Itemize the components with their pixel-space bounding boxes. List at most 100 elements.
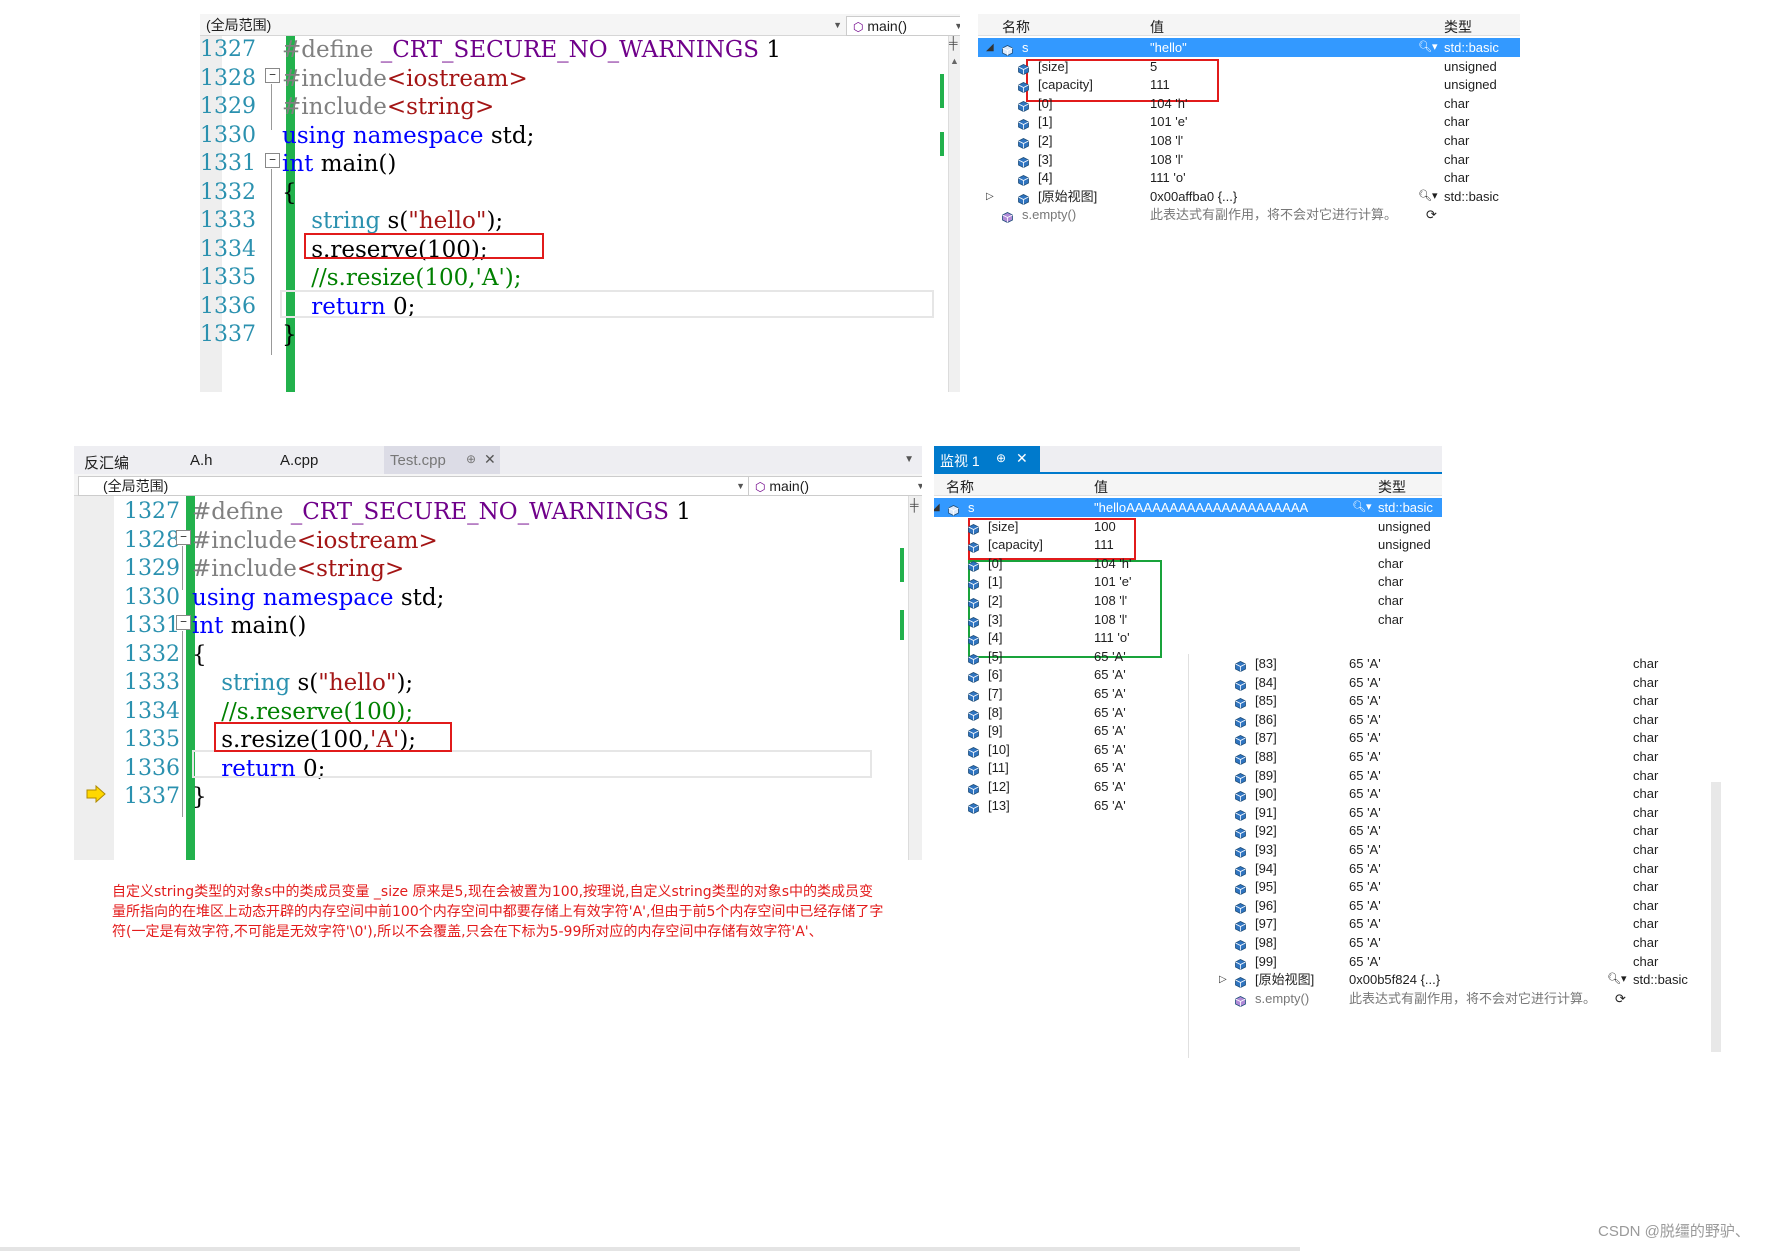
visualizer-search-icon[interactable]: 🔍︎▾ (1418, 38, 1438, 57)
watch-row[interactable]: [size] 5 unsigned (978, 57, 1520, 76)
watch-row-method[interactable]: s.empty() 此表达式有副作用，将不会对它进行计算。 ⟳ (978, 205, 1520, 224)
watch-row-root[interactable]: ◢ s "helloAAAAAAAAAAAAAAAAAAAAA 🔍︎▾ std::bas… (934, 498, 1442, 517)
watch-row-method[interactable]: s.empty() 此表达式有副作用，将不会对它进行计算。 ⟳ (1189, 989, 1709, 1008)
fold-main-toggle[interactable]: − (265, 153, 280, 168)
watch-row[interactable]: ▷ [原始视图] 0x00b5f824 {...} 🔍︎▾ std::basic (1189, 970, 1709, 989)
expanded-arrow-icon[interactable]: ◢ (986, 38, 994, 57)
watch-row[interactable]: [2] 108 'l' char (978, 131, 1520, 150)
top-editor-scrollbar[interactable] (948, 36, 960, 392)
fold-include-toggle[interactable]: − (265, 68, 280, 83)
watch-row[interactable]: [91] 65 'A' char (1189, 803, 1709, 822)
code-line[interactable]: } (192, 781, 207, 813)
collapsed-arrow-icon[interactable]: ▷ (1219, 970, 1227, 989)
code-line[interactable]: using namespace std; (282, 120, 534, 152)
collapsed-arrow-icon[interactable]: ▷ (986, 187, 994, 206)
pin-icon[interactable]: ⊕ (466, 452, 476, 466)
bottom-code-editor[interactable]: (全局范围) ▼ ⬡ main() ▼ 1327 #define _CRT_SEC… (74, 474, 922, 860)
expanded-arrow-icon[interactable]: ◢ (934, 498, 940, 517)
code-token: "hello" (318, 670, 397, 696)
watch-tab-label: 监视 1 (940, 453, 980, 469)
field-icon (1235, 956, 1246, 970)
tab-a-h[interactable]: A.h (190, 452, 213, 469)
watch-row[interactable]: [size] 100 unsigned (934, 517, 1442, 536)
watch-row[interactable]: [0] 104 'h' char (978, 94, 1520, 113)
code-line[interactable]: #include<iostream> (282, 63, 528, 95)
code-line[interactable]: #include<string> (192, 553, 404, 585)
watch-row[interactable]: [3] 108 'l' char (978, 150, 1520, 169)
watch-row-root[interactable]: ◢ s "hello" 🔍︎▾ std::basic (978, 38, 1520, 57)
code-line[interactable]: #define _CRT_SECURE_NO_WARNINGS 1 (192, 496, 691, 528)
watch-row[interactable]: [97] 65 'A' char (1189, 914, 1709, 933)
top-scope-dropdown[interactable]: (全局范围) ▼ (200, 16, 846, 34)
code-token: std; (483, 122, 535, 149)
visualizer-search-icon[interactable]: 🔍︎▾ (1352, 498, 1372, 517)
top-function-dropdown[interactable]: ⬡ main() ▼ (846, 16, 960, 36)
watch-row[interactable]: [95] 65 'A' char (1189, 877, 1709, 896)
watch-row[interactable]: [83] 65 'A' char (1189, 654, 1709, 673)
watch-row[interactable]: [96] 65 'A' char (1189, 896, 1709, 915)
watch-row[interactable]: [4] 111 'o' (934, 628, 1442, 647)
code-line[interactable]: #include<iostream> (192, 525, 438, 557)
bottom-function-dropdown[interactable]: ⬡ main() ▼ (748, 476, 922, 496)
bottom-editor-scrollbar[interactable] (908, 496, 922, 860)
watch-row[interactable]: [86] 65 'A' char (1189, 710, 1709, 729)
watch-row[interactable]: [94] 65 'A' char (1189, 859, 1709, 878)
field-icon (968, 725, 979, 740)
csdn-watermark: CSDN @脱缰的野驴、 (1598, 1223, 1750, 1240)
watch-value: 65 'A' (1094, 667, 1126, 683)
fold-main-toggle[interactable]: − (176, 615, 191, 630)
scroll-up-icon[interactable]: ▲ (950, 56, 959, 66)
code-line[interactable]: } (282, 319, 297, 351)
overlay-scrollbar[interactable] (1711, 782, 1721, 1052)
chevron-down-icon[interactable]: ▼ (904, 454, 914, 465)
watch-row[interactable]: [89] 65 'A' char (1189, 766, 1709, 785)
pin-icon[interactable]: ⊕ (996, 451, 1006, 465)
top-code-editor[interactable]: (全局范围) ▼ ⬡ main() ▼ 1327 #define _CRT_SEC… (200, 14, 960, 392)
code-line[interactable]: #define _CRT_SECURE_NO_WARNINGS 1 (282, 34, 781, 66)
watch-1-tab[interactable]: 监视 1 ⊕ ✕ (934, 446, 1040, 472)
code-token: ); (396, 670, 414, 696)
field-icon (1018, 154, 1029, 168)
tab-a-cpp[interactable]: A.cpp (280, 452, 318, 469)
watch-row[interactable]: [87] 65 'A' char (1189, 728, 1709, 747)
watch-row[interactable]: [99] 65 'A' char (1189, 952, 1709, 971)
watch-row[interactable]: [98] 65 'A' char (1189, 933, 1709, 952)
code-line[interactable]: int main() (192, 610, 306, 642)
watch-row[interactable]: [2] 108 'l' char (934, 591, 1442, 610)
watch-row[interactable]: [1] 101 'e' char (978, 112, 1520, 131)
watch-row[interactable]: [capacity] 111 unsigned (978, 75, 1520, 94)
watch-row[interactable]: [0] 104 'h' char (934, 554, 1442, 573)
code-line[interactable]: int main() (282, 148, 396, 180)
watch-row[interactable]: [92] 65 'A' char (1189, 821, 1709, 840)
watch-row[interactable]: [capacity] 111 unsigned (934, 535, 1442, 554)
field-icon (1018, 172, 1029, 187)
watch-row[interactable]: [93] 65 'A' char (1189, 840, 1709, 859)
header-type: 类型 (1444, 19, 1472, 35)
close-icon[interactable]: ✕ (1016, 450, 1028, 467)
code-line[interactable]: #include<string> (282, 91, 494, 123)
refresh-icon[interactable]: ⟳ (1615, 989, 1626, 1008)
visualizer-search-icon[interactable]: 🔍︎▾ (1418, 187, 1438, 206)
tab-test-cpp[interactable]: Test.cpp ⊕ ✕ (384, 446, 500, 474)
watch-row[interactable]: [85] 65 'A' char (1189, 691, 1709, 710)
close-icon[interactable]: ✕ (484, 451, 496, 468)
watch-row[interactable]: [1] 101 'e' char (934, 572, 1442, 591)
watch-row[interactable]: [3] 108 'l' char (934, 610, 1442, 629)
watch-row[interactable]: ▷ [原始视图] 0x00affba0 {...} 🔍︎▾ std::basic (978, 187, 1520, 206)
watch-row[interactable]: [90] 65 'A' char (1189, 784, 1709, 803)
code-line[interactable]: using namespace std; (192, 582, 444, 614)
split-view-icon[interactable]: ╪ (910, 498, 919, 512)
refresh-icon[interactable]: ⟳ (1426, 205, 1437, 224)
code-line[interactable]: { (192, 639, 207, 671)
split-view-icon[interactable]: ╪ (949, 36, 958, 50)
watch-row[interactable]: [88] 65 'A' char (1189, 747, 1709, 766)
watch-row[interactable]: [84] 65 'A' char (1189, 673, 1709, 692)
fold-include-toggle[interactable]: − (176, 530, 191, 545)
code-line[interactable]: { (282, 177, 297, 209)
code-line[interactable]: string s("hello"); (192, 667, 413, 699)
visualizer-search-icon[interactable]: 🔍︎▾ (1607, 970, 1627, 989)
field-icon (1235, 732, 1246, 747)
bottom-scope-dropdown[interactable]: (全局范围) ▼ (78, 476, 750, 496)
watch-row[interactable]: [4] 111 'o' char (978, 168, 1520, 187)
tab-disassembly[interactable]: 反汇编 (84, 452, 129, 473)
